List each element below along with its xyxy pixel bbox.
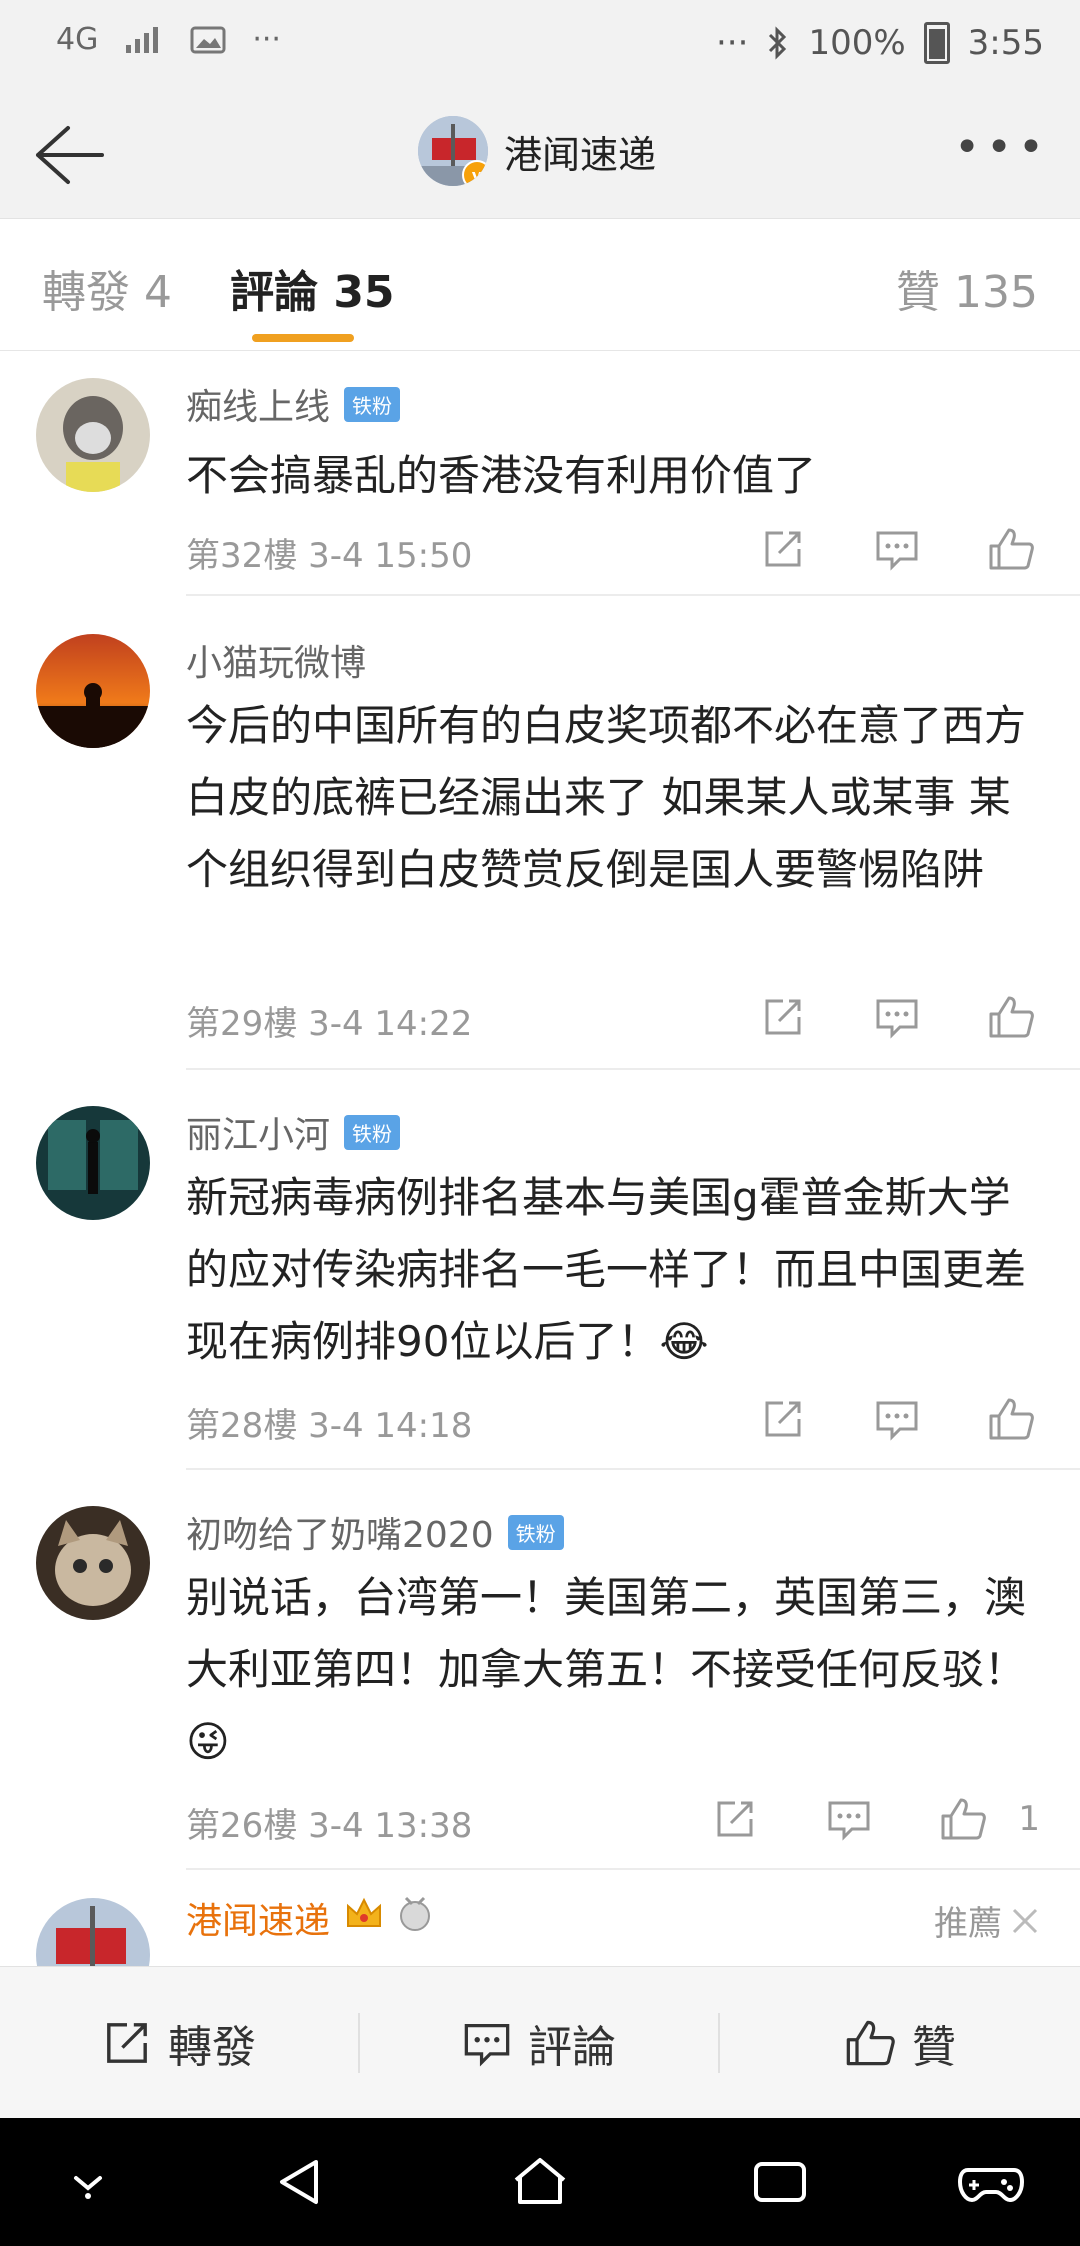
game-controller-icon[interactable] xyxy=(956,2152,1026,2212)
comment-label: 評論 xyxy=(528,2022,616,2073)
like-icon[interactable] xyxy=(982,1390,1040,1448)
comment-author: 港闻速递 xyxy=(186,1892,432,1944)
more-options-icon[interactable]: ••• xyxy=(954,122,1050,173)
tab-comments[interactable]: 評論 35 xyxy=(230,256,395,320)
fan-badge: 铁粉 xyxy=(344,1114,401,1150)
network-indicator: 4G xyxy=(56,22,99,57)
repost-label: 轉發 xyxy=(168,2022,256,2073)
comment-text: 不会搞暴乱的香港没有利用价值了 xyxy=(186,451,817,500)
like-icon[interactable] xyxy=(982,988,1040,1046)
back-triangle-icon[interactable] xyxy=(272,2152,332,2212)
comment-item: 初吻给了奶嘴2020 铁粉 别说话，台湾第一！美国第二，英国第三，澳大利亚第四！… xyxy=(0,1470,1080,1870)
bluetooth-icon xyxy=(769,26,787,60)
recommend-label: 推薦 xyxy=(934,1904,1002,1944)
repost-icon[interactable] xyxy=(754,1390,812,1448)
recent-apps-icon[interactable] xyxy=(750,2152,810,2212)
bottom-action-bar: 轉發 評論 贊 xyxy=(0,1966,1080,2119)
account-header[interactable]: v 港闻速递 xyxy=(418,116,656,186)
reply-icon[interactable] xyxy=(820,1790,878,1848)
comment-author: 痴线上线 铁粉 xyxy=(186,378,401,430)
crown-badge-icon xyxy=(344,1896,384,1941)
fan-badge: 铁粉 xyxy=(507,1514,564,1550)
comment-button[interactable]: 評論 xyxy=(360,1967,718,2119)
header: v 港闻速递 ••• xyxy=(0,92,1080,219)
medal-badge-icon xyxy=(398,1894,432,1943)
avatar[interactable] xyxy=(36,1506,150,1620)
recommend-tag[interactable]: 推薦 xyxy=(934,1896,1040,1945)
tab-likes[interactable]: 贊 135 xyxy=(896,256,1038,320)
status-more-left: ··· xyxy=(252,22,281,57)
comment-author: 丽江小河 铁粉 xyxy=(186,1106,401,1158)
verified-badge-icon: v xyxy=(462,160,488,186)
back-arrow-icon[interactable] xyxy=(28,120,108,190)
reply-icon[interactable] xyxy=(868,988,926,1046)
battery-icon xyxy=(923,22,950,64)
author-name[interactable]: 初吻给了奶嘴2020 xyxy=(186,1506,494,1558)
status-more-right: ··· xyxy=(716,23,749,63)
comment-item-partial: 港闻速递 推薦 xyxy=(0,1870,1080,1966)
thumbs-up-icon xyxy=(846,2020,895,2066)
status-bar: 4G ··· ··· 100% 3:55 xyxy=(0,0,1080,92)
like-label: 贊 xyxy=(912,2022,956,2073)
comment-author: 初吻给了奶嘴2020 铁粉 xyxy=(186,1506,564,1558)
avatar[interactable] xyxy=(36,634,150,748)
home-icon[interactable] xyxy=(510,2152,570,2212)
tab-reposts[interactable]: 轉發 4 xyxy=(42,256,172,320)
author-name[interactable]: 丽江小河 xyxy=(186,1106,330,1158)
battery-percent: 100% xyxy=(808,23,906,63)
author-name[interactable]: 港闻速递 xyxy=(186,1892,330,1944)
comment-item: 丽江小河 铁粉 新冠病毒病例排名基本与美国g霍普金斯大学的应对传染病排名一毛一样… xyxy=(0,1070,1080,1470)
system-nav-bar xyxy=(0,2118,1080,2246)
comment-item: 小猫玩微博 今后的中国所有的白皮奖项都不必在意了西方白皮的底裤已经漏出来了 如果… xyxy=(0,596,1080,1070)
tab-bar: 轉發 4 評論 35 贊 135 xyxy=(0,218,1080,351)
comment-meta: 第28樓 3-4 14:18 xyxy=(186,1406,473,1446)
reply-icon[interactable] xyxy=(868,1390,926,1448)
comment-actions xyxy=(754,520,1040,578)
repost-icon xyxy=(107,2023,147,2063)
comment-item: 痴线上线 铁粉 不会搞暴乱的香港没有利用价值了 第32樓 3-4 15:50 xyxy=(0,350,1080,596)
like-count: 1 xyxy=(1018,1799,1040,1839)
active-tab-indicator xyxy=(252,334,354,342)
comment-actions: 1 xyxy=(706,1790,1040,1848)
comment-actions xyxy=(754,1390,1040,1448)
avatar[interactable] xyxy=(36,378,150,492)
clock: 3:55 xyxy=(967,23,1044,63)
like-icon[interactable] xyxy=(934,1790,992,1848)
comment-icon xyxy=(464,2023,510,2067)
like-icon[interactable] xyxy=(982,520,1040,578)
image-icon xyxy=(190,26,226,53)
reply-icon[interactable] xyxy=(868,520,926,578)
close-icon[interactable] xyxy=(1010,1906,1040,1936)
repost-button[interactable]: 轉發 xyxy=(0,1967,358,2119)
repost-icon[interactable] xyxy=(706,1790,764,1848)
author-name[interactable]: 痴线上线 xyxy=(186,378,330,430)
comment-meta: 第26樓 3-4 13:38 xyxy=(186,1806,473,1846)
comment-actions xyxy=(754,988,1040,1046)
avatar[interactable] xyxy=(36,1106,150,1220)
signal-icon xyxy=(126,26,159,53)
fan-badge: 铁粉 xyxy=(344,386,401,422)
chevron-down-icon[interactable] xyxy=(58,2152,118,2212)
avatar[interactable] xyxy=(36,1898,150,1966)
like-button[interactable]: 贊 xyxy=(720,1967,1080,2119)
comment-text: 新冠病毒病例排名基本与美国g霍普金斯大学的应对传染病排名一毛一样了！而且中国更差… xyxy=(186,1173,1027,1366)
comment-text: 今后的中国所有的白皮奖项都不必在意了西方白皮的底裤已经漏出来了 如果某人或某事 … xyxy=(186,701,1027,894)
comment-text: 别说话，台湾第一！美国第二，英国第三，澳大利亚第四！加拿大第五！不接受任何反驳！… xyxy=(186,1573,1027,1766)
comment-meta: 第32樓 3-4 15:50 xyxy=(186,536,473,576)
account-title: 港闻速递 xyxy=(504,132,657,177)
account-avatar[interactable]: v xyxy=(418,116,488,186)
repost-icon[interactable] xyxy=(754,988,812,1046)
comment-author: 小猫玩微博 xyxy=(186,634,366,686)
repost-icon[interactable] xyxy=(754,520,812,578)
comment-meta: 第29樓 3-4 14:22 xyxy=(186,1004,473,1044)
author-name[interactable]: 小猫玩微博 xyxy=(186,634,366,686)
